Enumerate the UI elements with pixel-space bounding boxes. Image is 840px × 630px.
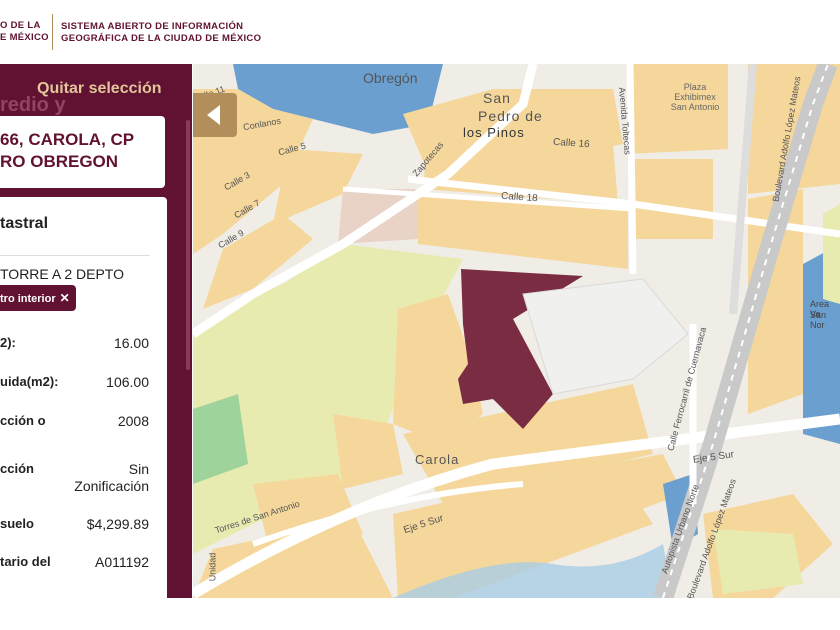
label-san-pedro-2: Pedro de [478, 108, 543, 124]
row-value-land-value: $4,299.89 [86, 516, 149, 532]
toltecas-road [626, 64, 637, 275]
address-line-1: 66, CAROLA, CP [0, 130, 135, 149]
row-label-zoning: cción [0, 461, 34, 476]
system-title: SISTEMA ABIERTO DE INFORMACIÓN GEOGRÁFIC… [61, 21, 261, 45]
collapse-panel-button[interactable] [193, 93, 237, 137]
logo-divider [52, 14, 53, 50]
land-use-text: TORRE A 2 DEPTO [0, 266, 124, 282]
row-value-construction-year: 2008 [117, 413, 149, 429]
ghost-heading: redio y [0, 94, 66, 116]
row-label-land-value: suelo [0, 516, 34, 531]
address-card: 66, CAROLA, CP RO OBREGON [0, 116, 165, 188]
row-value-area: 16.00 [113, 335, 149, 351]
row-label-construction-year: cción o [0, 413, 46, 428]
row-label-account: tario del [0, 554, 51, 569]
label-obregon: Obregón [363, 70, 418, 86]
bottom-strip [0, 598, 840, 630]
map-view[interactable]: Obregón San Pedro de los Pinos Plaza Exh… [193, 64, 840, 598]
label-san-pedro-1: San [483, 90, 511, 106]
row-value-account: A011192 [95, 554, 149, 570]
label-unidad: Unidad [207, 552, 218, 582]
close-icon[interactable]: ✕ [60, 291, 70, 305]
label-plaza-2: Exhibimex [674, 92, 716, 102]
row-label-built-area: uida(m2): [0, 374, 59, 389]
filter-tag-label: tro interior [0, 293, 56, 305]
green-area-east [823, 204, 840, 304]
address-line-2: RO OBREGON [0, 152, 119, 171]
row-value-built-area: 106.00 [106, 374, 149, 390]
green-area-south [713, 529, 803, 594]
label-plaza-3: San Antonio [670, 102, 720, 112]
row-label-area: 2): [0, 335, 16, 350]
info-card-title: tastral [0, 215, 49, 232]
sidebar-scroll-thumb[interactable] [186, 120, 190, 370]
filter-tag[interactable]: tro interior ✕ [0, 285, 76, 311]
label-plaza: Plaza Exhibimex San Antonio [665, 82, 725, 112]
government-logo[interactable]: O DE LA E MÉXICO [0, 20, 49, 44]
label-carola: Carola [415, 452, 460, 467]
row-value-zoning: Sin Zonificación [74, 461, 149, 494]
chevron-left-icon [207, 105, 220, 125]
system-title-line-1: SISTEMA ABIERTO DE INFORMACIÓN [61, 21, 244, 32]
system-title-line-2: GEOGRÁFICA DE LA CIUDAD DE MÉXICO [61, 33, 262, 44]
info-divider [0, 255, 150, 256]
label-san-nor: San Nor [810, 310, 827, 330]
logo-line-2: E MÉXICO [0, 32, 49, 43]
header-bar: O DE LA E MÉXICO SISTEMA ABIERTO DE INFO… [0, 0, 840, 64]
residential-block-5 [633, 159, 713, 239]
logo-line-1: O DE LA [0, 20, 41, 31]
info-sidebar: Quitar selección redio y 66, CAROLA, CP … [0, 64, 185, 598]
label-san-pedro-3: los Pinos [463, 125, 525, 140]
cadastral-info-card: tastral TORRE A 2 DEPTO tro interior ✕ 2)… [0, 197, 167, 598]
label-plaza-1: Plaza [683, 82, 707, 92]
